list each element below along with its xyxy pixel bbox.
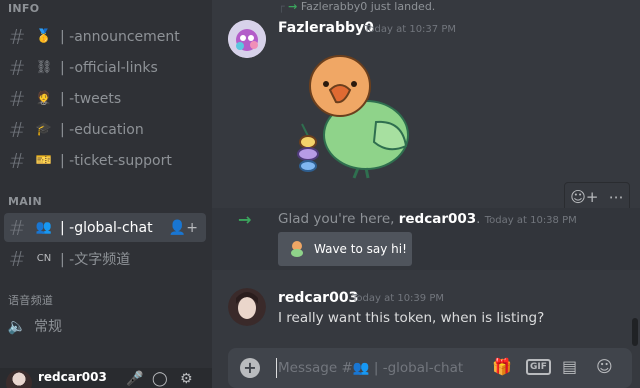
message-text: I really want this token, when is listin… [278,310,545,326]
graduation-cap-icon: 🎓 [35,122,53,137]
channel-label: | -announcement [60,28,180,45]
people-icon: 👥 [352,360,370,376]
username: redcar003 [38,370,107,384]
hash-icon: # [8,246,26,271]
ticket-icon: 🎫 [35,153,53,168]
join-arrow-icon: → [238,210,252,229]
sticker-icon[interactable]: ▤ [562,357,577,376]
wave-button[interactable]: Wave to say hi! [278,232,412,266]
channel-label: 常规 [34,318,62,335]
medal-icon: 🥇 [35,29,53,44]
cn-flag-icon: CN [36,253,52,264]
hash-icon: # [8,24,26,49]
gif-icon[interactable]: GIF [526,359,551,375]
avatar[interactable] [6,370,32,388]
headset-icon[interactable]: ◯ [152,371,168,387]
person-icon: 🤵 [35,91,53,106]
speaker-icon: 🔈 [7,316,27,335]
chat-area: ┌ → Fazlerabby0 just landed. Fazlerabby0… [212,0,640,388]
system-text: Fazlerabby0 just landed. [300,0,436,13]
channel-announcement[interactable]: # 🥇 | -announcement [4,22,206,51]
user-panel: redcar003 🎤 ◯ ⚙ [0,368,212,388]
channel-label: | -education [60,121,144,138]
hash-icon: # [8,215,26,240]
mute-mic-icon[interactable]: 🎤 [126,371,143,387]
channel-label: | -文字频道 [60,251,131,268]
gear-icon[interactable]: ⚙ [180,371,193,387]
hash-icon: # [8,55,26,80]
channel-label: | -ticket-support [60,152,172,169]
upload-plus-icon[interactable]: + [240,358,260,378]
channel-tweets[interactable]: # 🤵 | -tweets [4,84,206,113]
voice-channel-general[interactable]: 🔈 常规 [4,311,206,340]
join-suffix: . [476,211,481,227]
sticker-parrot[interactable] [278,50,428,182]
channel-education[interactable]: # 🎓 | -education [4,115,206,144]
wave-label: Wave to say hi! [314,242,407,256]
add-member-icon[interactable]: 👤+ [169,220,198,236]
join-timestamp: Today at 10:38 PM [484,215,577,226]
join-user[interactable]: redcar003 [399,211,476,227]
hash-icon: # [8,148,26,173]
channel-ticket-support[interactable]: # 🎫 | -ticket-support [4,146,206,175]
placeholder-channel: | -global-chat [369,360,464,376]
channel-text-cn[interactable]: # CN | -文字频道 [4,244,206,273]
category-info[interactable]: INFO [8,2,39,15]
text-caret [276,358,277,378]
emoji-icon[interactable]: ☺ [596,357,613,376]
channel-label: | -tweets [60,90,122,107]
avatar[interactable] [228,20,266,58]
reply-line-icon: ┌ [278,0,285,13]
message-author[interactable]: redcar003 [278,290,358,306]
message-input[interactable]: Message #👥 | -global-chat [278,360,463,376]
placeholder-prefix: Message # [278,360,353,376]
people-icon: 👥 [35,220,53,235]
gift-icon[interactable]: 🎁 [492,357,512,376]
wave-sticker-icon [291,241,303,257]
avatar[interactable] [228,288,266,326]
channel-sidebar: INFO # 🥇 | -announcement # ⛓ | -official… [0,0,212,388]
join-message: Glad you're here, redcar003. Today at 10… [278,211,577,227]
channel-official-links[interactable]: # ⛓ | -official-links [4,53,206,82]
chain-icon: ⛓ [35,60,53,75]
message-timestamp: Today at 10:39 PM [352,293,444,304]
join-prefix: Glad you're here, [278,211,395,227]
message-timestamp: Today at 10:37 PM [364,24,456,35]
message-composer[interactable]: + Message #👥 | -global-chat 🎁 GIF ▤ ☺ [228,348,632,388]
hash-icon: # [8,86,26,111]
system-message: ┌ → Fazlerabby0 just landed. [278,0,435,13]
hash-icon: # [8,117,26,142]
scrollbar[interactable] [632,318,638,346]
channel-label: | -global-chat [60,219,153,236]
category-voice[interactable]: 语音频道 [8,292,53,308]
more-icon[interactable]: ⋯ [609,188,624,206]
channel-label: | -official-links [60,59,158,76]
message-author[interactable]: Fazlerabby0 [278,20,374,36]
channel-global-chat[interactable]: # 👥 | -global-chat 👤+ [4,213,206,242]
add-reaction-icon[interactable]: ☺+ [570,188,598,206]
arrow-icon: → [288,0,298,13]
category-main[interactable]: MAIN [8,195,42,208]
